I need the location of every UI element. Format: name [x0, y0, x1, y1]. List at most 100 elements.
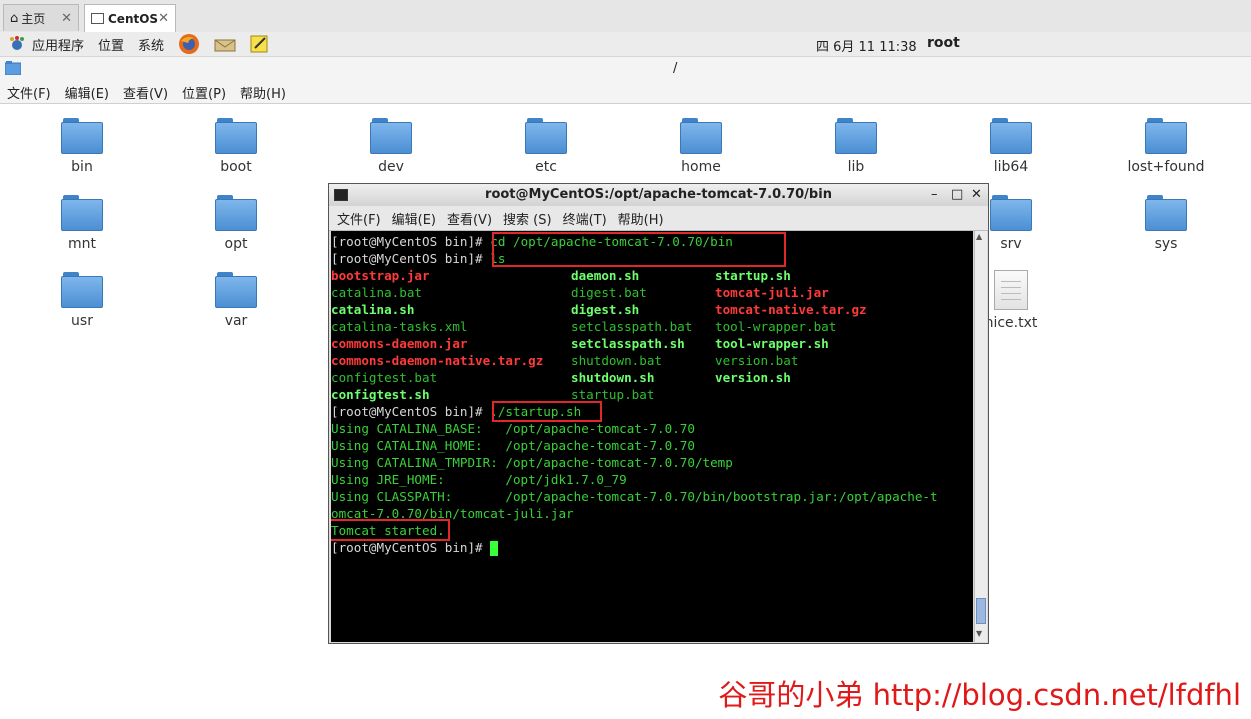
- folder-item[interactable]: lib64: [951, 118, 1071, 175]
- ls-entry: tomcat-juli.jar: [715, 285, 829, 300]
- menu-places[interactable]: 位置(P): [182, 83, 226, 102]
- folder-item[interactable]: usr: [22, 272, 142, 329]
- ls-entry: tomcat-native.tar.gz: [715, 302, 867, 317]
- terminal-icon: [334, 189, 348, 201]
- ls-entry: startup.sh: [715, 268, 791, 283]
- firefox-icon[interactable]: [178, 33, 200, 55]
- user-name[interactable]: root: [927, 35, 960, 51]
- ls-entry: version.bat: [715, 353, 799, 368]
- output-line: Using CATALINA_TMPDIR: /opt/apache-tomca…: [331, 455, 733, 470]
- terminal-menubar: 文件(F) 编辑(E) 查看(V) 搜索 (S) 终端(T) 帮助(H): [329, 206, 988, 231]
- highlight-box: [331, 519, 450, 541]
- folder-icon: [680, 118, 722, 154]
- item-label: boot: [220, 159, 252, 175]
- tab-home[interactable]: ⌂ 主页 ✕: [3, 4, 79, 31]
- folder-icon: [370, 118, 412, 154]
- ls-entry: catalina.sh: [331, 302, 415, 317]
- prompt: [root@MyCentOS bin]#: [331, 540, 491, 555]
- folder-item[interactable]: dev: [331, 118, 451, 175]
- minimize-icon[interactable]: –: [931, 184, 938, 206]
- ls-entry: version.sh: [715, 370, 791, 385]
- cursor: [490, 541, 499, 556]
- folder-item[interactable]: lost+found: [1106, 118, 1226, 175]
- folder-item[interactable]: var: [176, 272, 296, 329]
- folder-icon: [215, 195, 257, 231]
- term-menu-edit[interactable]: 编辑(E): [392, 209, 436, 228]
- folder-icon[interactable]: [4, 61, 22, 79]
- prompt: [root@MyCentOS bin]#: [331, 251, 491, 266]
- places-menu[interactable]: 位置: [98, 35, 124, 54]
- ls-entry: shutdown.sh: [571, 370, 655, 385]
- tab-label: CentOS: [108, 11, 159, 26]
- terminal-screen[interactable]: [root@MyCentOS bin]# cd /opt/apache-tomc…: [331, 231, 973, 642]
- folder-icon: [990, 118, 1032, 154]
- scrollbar-thumb[interactable]: [976, 598, 986, 624]
- tab-centos[interactable]: CentOS ✕: [84, 4, 176, 32]
- menu-file[interactable]: 文件(F): [7, 83, 51, 102]
- scroll-down-icon[interactable]: ▼: [976, 629, 982, 638]
- folder-item[interactable]: home: [641, 118, 761, 175]
- applications-menu[interactable]: 应用程序: [32, 35, 84, 54]
- menu-edit[interactable]: 编辑(E): [65, 83, 109, 102]
- ls-entry: shutdown.bat: [571, 353, 662, 368]
- menu-help[interactable]: 帮助(H): [240, 83, 286, 102]
- item-label: etc: [535, 159, 557, 175]
- note-edit-icon[interactable]: [250, 34, 270, 54]
- clock[interactable]: 四 6月 11 11:38: [816, 36, 917, 55]
- folder-icon: [215, 272, 257, 308]
- folder-icon: [525, 118, 567, 154]
- output-line: Using CATALINA_BASE: /opt/apache-tomcat-…: [331, 421, 695, 436]
- ls-entry: setclasspath.bat: [571, 319, 693, 334]
- ls-entry: configtest.sh: [331, 387, 430, 402]
- ls-entry: catalina-tasks.xml: [331, 319, 468, 334]
- ls-entry: daemon.sh: [571, 268, 640, 283]
- folder-item[interactable]: lib: [796, 118, 916, 175]
- terminal-scrollbar[interactable]: ▲ ▼: [974, 231, 987, 642]
- terminal-window[interactable]: root@MyCentOS:/opt/apache-tomcat-7.0.70/…: [328, 183, 989, 644]
- ls-entry: bootstrap.jar: [331, 268, 430, 283]
- close-icon[interactable]: ✕: [158, 11, 169, 26]
- top-panel: 应用程序 位置 系统 四 6月 11 11:38 root: [0, 32, 1251, 57]
- close-icon[interactable]: ✕: [971, 184, 982, 206]
- folder-item[interactable]: sys: [1106, 195, 1226, 252]
- folder-item[interactable]: bin: [22, 118, 142, 175]
- ls-entry: tool-wrapper.bat: [715, 319, 837, 334]
- folder-icon: [1145, 195, 1187, 231]
- item-label: nice.txt: [984, 315, 1038, 331]
- item-label: lib: [847, 159, 865, 175]
- folder-item[interactable]: etc: [486, 118, 606, 175]
- item-label: usr: [71, 313, 93, 329]
- system-menu[interactable]: 系统: [138, 35, 164, 54]
- close-icon[interactable]: ✕: [61, 11, 72, 26]
- location-bar: /: [0, 57, 1251, 82]
- folder-item[interactable]: opt: [176, 195, 296, 252]
- gnome-foot-icon[interactable]: [8, 35, 26, 53]
- folder-icon: [990, 195, 1032, 231]
- terminal-line: [root@MyCentOS bin]# ls: [331, 250, 505, 267]
- folder-icon: [215, 118, 257, 154]
- text-file-icon: [994, 270, 1028, 310]
- prompt: [root@MyCentOS bin]#: [331, 234, 491, 249]
- term-menu-search[interactable]: 搜索 (S): [503, 209, 552, 228]
- term-menu-view[interactable]: 查看(V): [447, 209, 492, 228]
- ls-entry: setclasspath.sh: [571, 336, 685, 351]
- ls-entry: digest.sh: [571, 302, 640, 317]
- folder-item[interactable]: boot: [176, 118, 296, 175]
- scroll-up-icon[interactable]: ▲: [976, 232, 982, 241]
- prompt: [root@MyCentOS bin]#: [331, 404, 491, 419]
- term-menu-terminal[interactable]: 终端(T): [563, 209, 607, 228]
- folder-icon: [1145, 118, 1187, 154]
- ls-entry: commons-daemon-native.tar.gz: [331, 353, 544, 368]
- output-line: Using CATALINA_HOME: /opt/apache-tomcat-…: [331, 438, 695, 453]
- maximize-icon[interactable]: □: [951, 184, 963, 206]
- term-menu-help[interactable]: 帮助(H): [618, 209, 664, 228]
- file-manager-menubar: 文件(F) 编辑(E) 查看(V) 位置(P) 帮助(H): [0, 81, 1251, 104]
- mail-icon[interactable]: [214, 35, 236, 53]
- folder-item[interactable]: mnt: [22, 195, 142, 252]
- folder-icon: [61, 118, 103, 154]
- term-menu-file[interactable]: 文件(F): [337, 209, 381, 228]
- menu-view[interactable]: 查看(V): [123, 83, 168, 102]
- terminal-titlebar[interactable]: root@MyCentOS:/opt/apache-tomcat-7.0.70/…: [329, 184, 988, 206]
- item-label: home: [681, 159, 721, 175]
- item-label: bin: [71, 159, 93, 175]
